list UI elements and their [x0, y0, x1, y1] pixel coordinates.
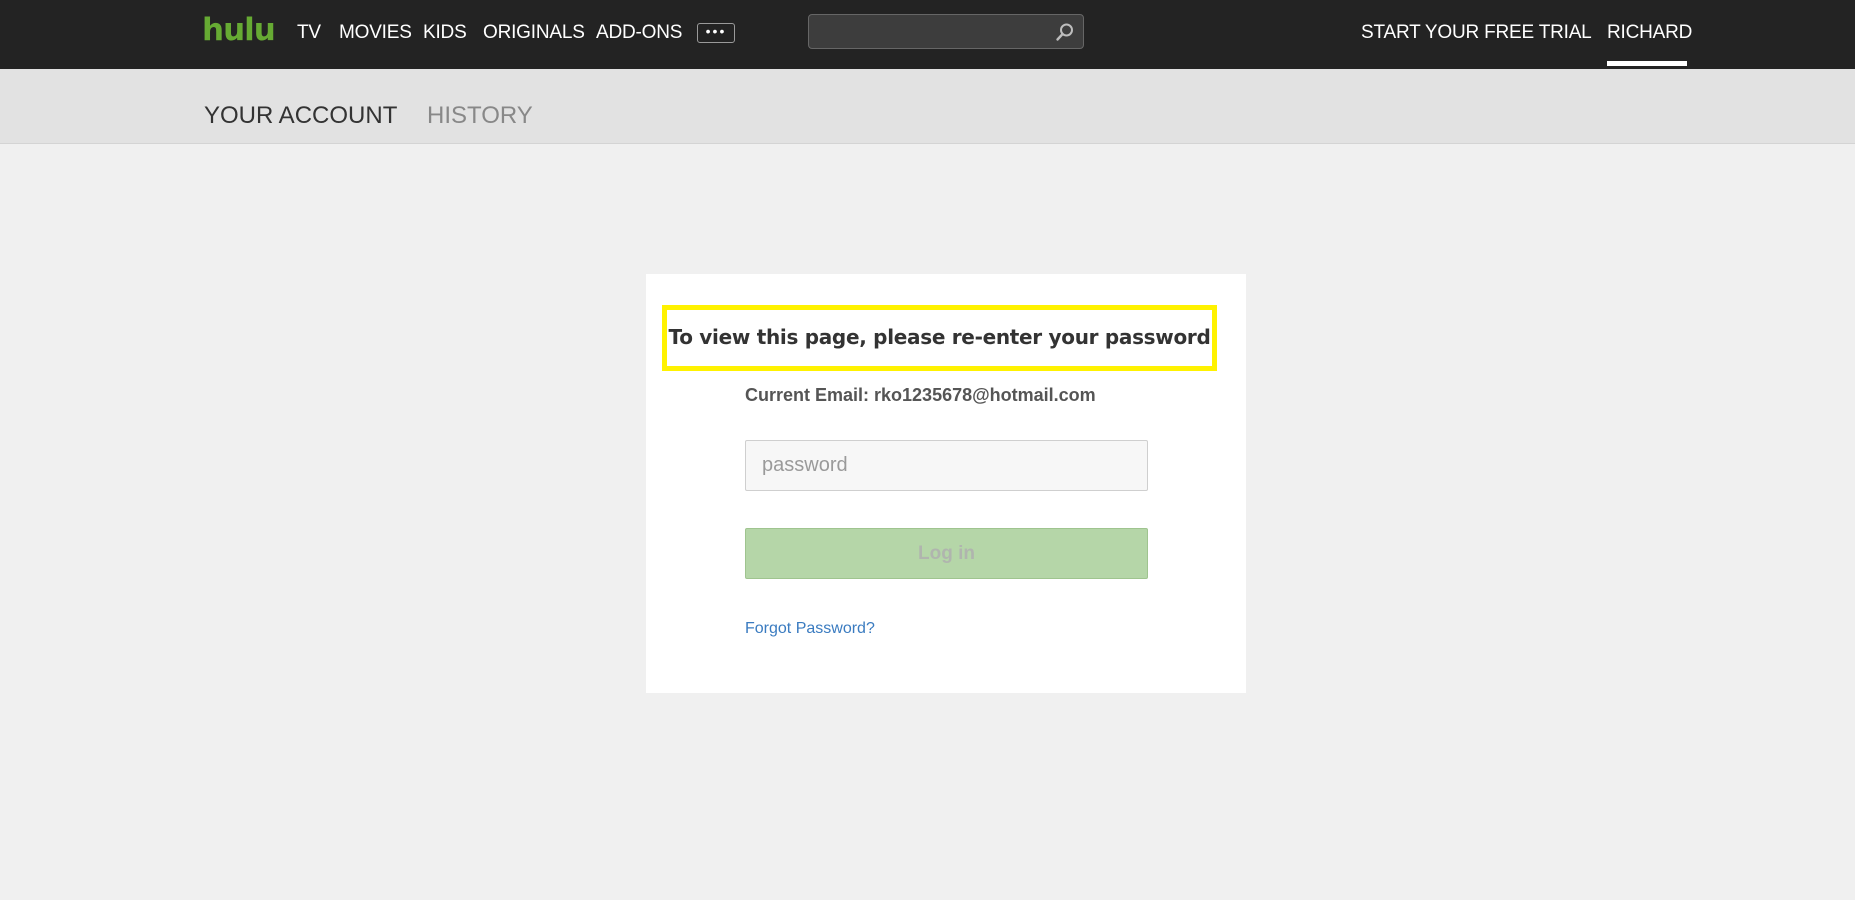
forgot-password-link[interactable]: Forgot Password? [745, 619, 875, 639]
tab-your-account[interactable]: YOUR ACCOUNT [204, 102, 397, 130]
account-subnav: YOUR ACCOUNT HISTORY [0, 69, 1855, 144]
search-input[interactable] [817, 21, 1037, 43]
hulu-logo[interactable]: hulu [202, 14, 276, 46]
search-box[interactable] [808, 14, 1084, 49]
reauth-title: To view this page, please re-enter your … [668, 325, 1211, 349]
log-in-button[interactable]: Log in [745, 528, 1148, 579]
active-user-indicator [1607, 61, 1687, 66]
title-highlight-box: To view this page, please re-enter your … [662, 305, 1217, 371]
tab-history[interactable]: HISTORY [427, 102, 533, 130]
ellipsis-icon: ••• [705, 23, 727, 39]
nav-tv[interactable]: TV [297, 22, 321, 44]
nav-originals[interactable]: ORIGINALS [483, 22, 585, 44]
more-menu-button[interactable]: ••• [697, 23, 735, 43]
reauth-card: To view this page, please re-enter your … [646, 274, 1246, 693]
start-free-trial-link[interactable]: START YOUR FREE TRIAL [1361, 22, 1592, 44]
nav-add-ons[interactable]: ADD-ONS [596, 22, 682, 44]
password-field[interactable] [745, 440, 1148, 491]
nav-movies[interactable]: MOVIES [339, 22, 412, 44]
top-nav-bar: hulu TV MOVIES KIDS ORIGINALS ADD-ONS ••… [0, 0, 1855, 69]
nav-kids[interactable]: KIDS [423, 22, 467, 44]
current-email-text: Current Email: rko1235678@hotmail.com [745, 385, 1096, 405]
user-menu-richard[interactable]: RICHARD [1607, 22, 1692, 44]
search-icon[interactable] [1055, 22, 1075, 42]
